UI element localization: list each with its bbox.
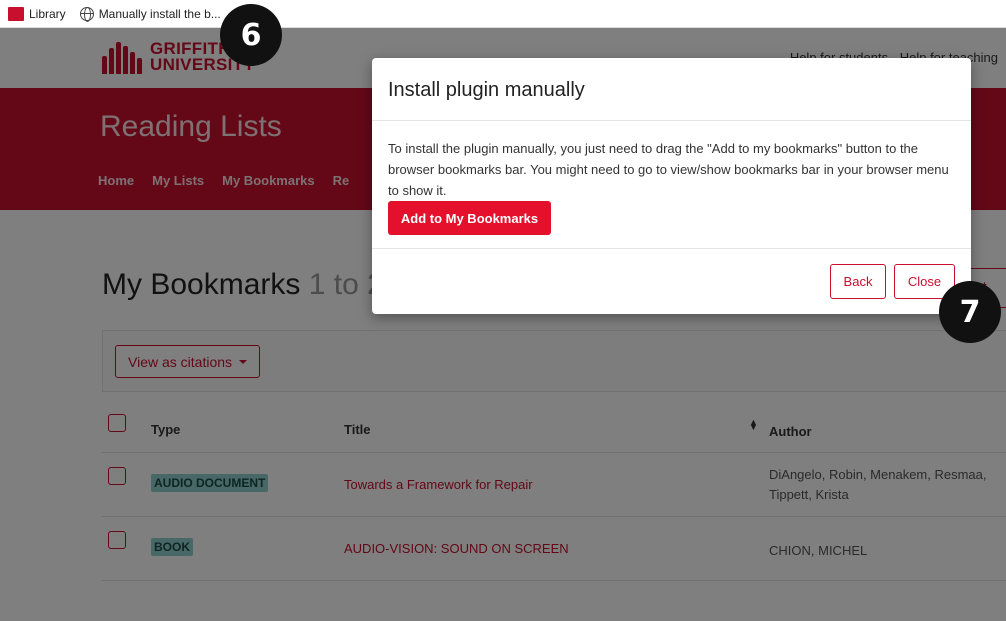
- bookmark-manual-install[interactable]: Manually install the b...: [79, 6, 221, 22]
- modal-instructions: To install the plugin manually, you just…: [388, 141, 949, 198]
- bookmarks-bar: Library Manually install the b...: [0, 0, 1006, 28]
- back-button[interactable]: Back: [830, 264, 886, 299]
- modal-footer: Back Close: [372, 249, 971, 313]
- modal-title: Install plugin manually: [388, 79, 585, 101]
- modal-header: Install plugin manually: [372, 58, 971, 121]
- modal-body: To install the plugin manually, you just…: [372, 121, 971, 249]
- bookmark-label: Manually install the b...: [98, 6, 221, 21]
- step-7-badge: 7: [939, 281, 1001, 343]
- globe-icon: [79, 6, 94, 22]
- bookmark-label: Library: [29, 6, 66, 21]
- add-to-my-bookmarks-button[interactable]: Add to My Bookmarks: [388, 201, 551, 235]
- install-plugin-modal: Install plugin manually To install the p…: [372, 58, 971, 314]
- library-icon: [8, 6, 24, 21]
- step-6-badge: 6: [220, 4, 282, 66]
- bookmark-library[interactable]: Library: [8, 6, 66, 21]
